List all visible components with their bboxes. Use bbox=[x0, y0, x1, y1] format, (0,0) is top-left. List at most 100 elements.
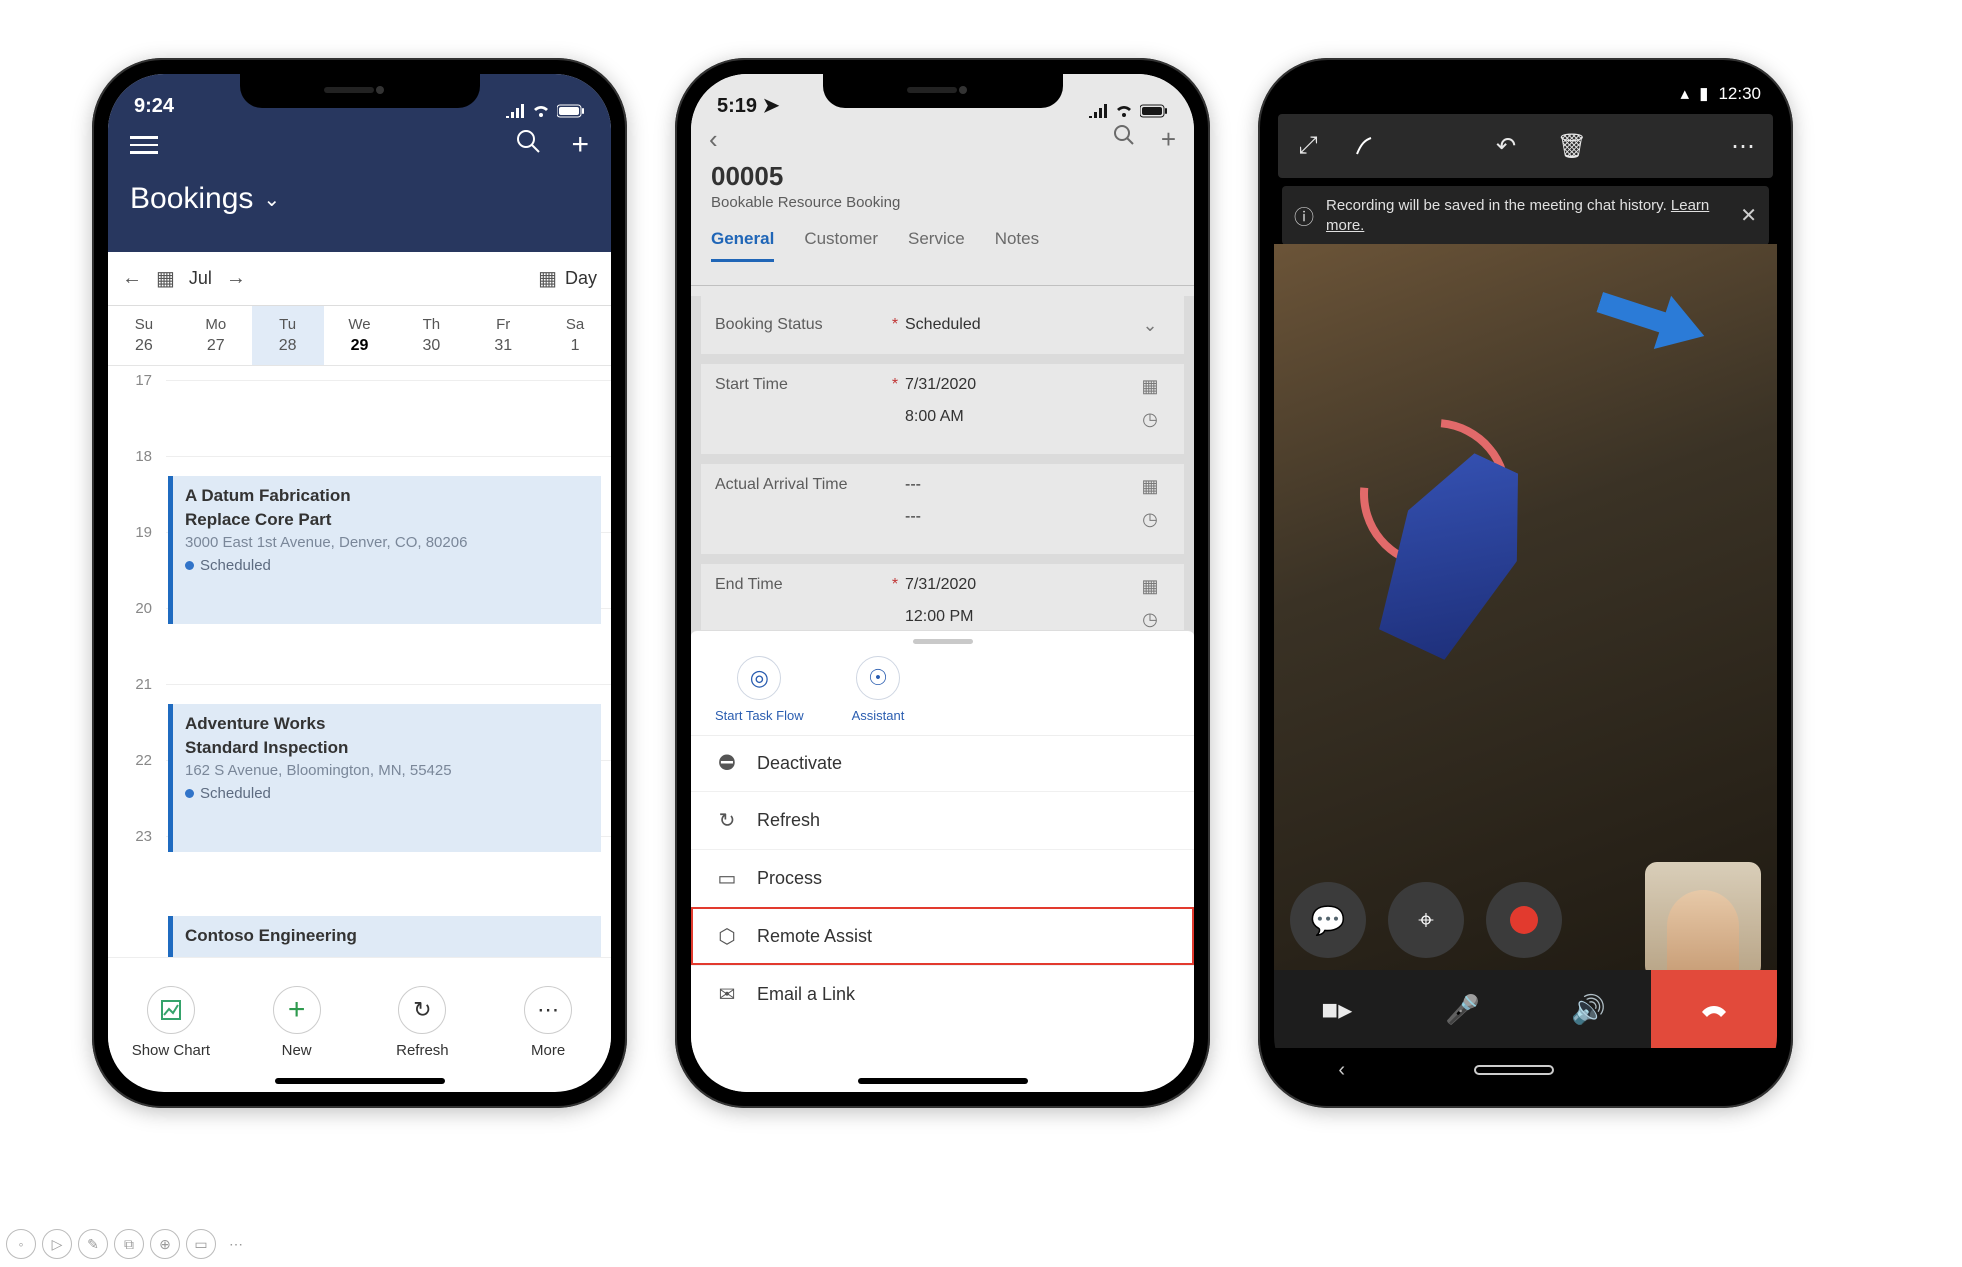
document-toolbar: ◦ ▷ ✎ ⧉ ⊕ ▭ ⋯ bbox=[0, 1229, 252, 1259]
appointment-card[interactable]: Adventure Works Standard Inspection 162 … bbox=[168, 704, 601, 852]
day-number[interactable]: 1 bbox=[539, 335, 611, 365]
annotation-toolbar: ⤢ ↶ 🗑 ⋯ bbox=[1278, 114, 1773, 178]
delete-icon[interactable]: 🗑 bbox=[1552, 132, 1592, 161]
assistant-button[interactable]: ☉ Assistant bbox=[852, 656, 905, 723]
new-button[interactable]: + New bbox=[273, 986, 321, 1059]
more-button[interactable]: ⋯ More bbox=[524, 986, 572, 1059]
phone-bookings: 9:24 + bbox=[92, 58, 627, 1108]
wifi-icon bbox=[531, 104, 551, 118]
plus-icon: + bbox=[273, 986, 321, 1034]
deactivate-icon: ⛔︎ bbox=[715, 752, 739, 775]
more-icon[interactable]: ⋯ bbox=[1723, 132, 1763, 161]
sheet-grabber[interactable] bbox=[913, 639, 973, 644]
view-label[interactable]: Day bbox=[565, 268, 597, 289]
battery-icon bbox=[557, 104, 585, 118]
remote-assist-item[interactable]: ⬡Remote Assist bbox=[691, 907, 1194, 965]
tool-screen[interactable]: ▭ bbox=[186, 1229, 216, 1259]
mic-button[interactable]: 🎤 bbox=[1445, 993, 1480, 1026]
notch bbox=[823, 74, 1063, 108]
status-bar: ▴ ▮ 12:30 bbox=[1274, 74, 1777, 114]
tool-play[interactable]: ▷ bbox=[42, 1229, 72, 1259]
tool-pen[interactable]: ✎ bbox=[78, 1229, 108, 1259]
day-number[interactable]: 28 bbox=[252, 335, 324, 365]
show-chart-button[interactable]: Show Chart bbox=[132, 986, 210, 1059]
next-arrow-icon[interactable]: → bbox=[226, 267, 246, 290]
deactivate-item[interactable]: ⛔︎Deactivate bbox=[691, 736, 1194, 791]
undo-icon[interactable]: ↶ bbox=[1486, 132, 1526, 161]
appointment-task: Standard Inspection bbox=[185, 738, 589, 758]
required-icon: * bbox=[885, 576, 905, 594]
day-number[interactable]: 31 bbox=[467, 335, 539, 365]
day-number[interactable]: 26 bbox=[108, 335, 180, 365]
tool-zoom[interactable]: ⊕ bbox=[150, 1229, 180, 1259]
tab-general[interactable]: General bbox=[711, 229, 774, 262]
tool-copy[interactable]: ⧉ bbox=[114, 1229, 144, 1259]
self-video-pip[interactable] bbox=[1645, 862, 1761, 978]
sheet-header: ◎ Start Task Flow ☉ Assistant bbox=[691, 648, 1194, 736]
home-button[interactable] bbox=[1474, 1065, 1554, 1075]
tabs: General Customer Service Notes bbox=[691, 217, 1194, 262]
close-icon[interactable]: ✕ bbox=[1740, 203, 1757, 228]
calendar-icon: ▦ bbox=[1141, 576, 1158, 597]
field-booking-status[interactable]: Booking Status * Scheduled ⌄ bbox=[701, 296, 1184, 354]
chat-button[interactable]: 💬 bbox=[1290, 882, 1366, 958]
lightbulb-icon: ☉ bbox=[856, 656, 900, 700]
notch bbox=[240, 74, 480, 108]
back-icon[interactable]: ‹ bbox=[709, 124, 718, 155]
add-icon[interactable]: + bbox=[571, 128, 589, 162]
location-icon: ➤ bbox=[763, 95, 780, 117]
calendar-icon: ▦ bbox=[1141, 376, 1158, 397]
battery-icon: ▮ bbox=[1699, 84, 1708, 104]
process-item[interactable]: ▭Process bbox=[691, 849, 1194, 907]
appointment-card[interactable]: A Datum Fabrication Replace Core Part 30… bbox=[168, 476, 601, 624]
status-dot-icon bbox=[185, 789, 194, 798]
capture-button[interactable]: ⌖ bbox=[1388, 882, 1464, 958]
tab-notes[interactable]: Notes bbox=[995, 229, 1039, 262]
record-button[interactable] bbox=[1486, 882, 1562, 958]
refresh-icon: ↻ bbox=[398, 986, 446, 1034]
start-task-flow-button[interactable]: ◎ Start Task Flow bbox=[715, 656, 804, 723]
menu-icon[interactable] bbox=[130, 136, 158, 154]
process-icon: ▭ bbox=[715, 866, 739, 891]
appointment-address: 3000 East 1st Avenue, Denver, CO, 80206 bbox=[185, 534, 589, 551]
prev-arrow-icon[interactable]: ← bbox=[122, 267, 142, 290]
battery-icon bbox=[1140, 104, 1168, 118]
status-time: 9:24 bbox=[134, 95, 174, 118]
appointment-task: Replace Core Part bbox=[185, 510, 589, 530]
field-actual-arrival[interactable]: Actual Arrival Time ------ ▦◷ bbox=[701, 464, 1184, 554]
home-indicator[interactable] bbox=[275, 1078, 445, 1084]
search-icon[interactable] bbox=[515, 128, 541, 162]
email-link-item[interactable]: ✉Email a Link bbox=[691, 965, 1194, 1023]
tool-more[interactable]: ⋯ bbox=[222, 1229, 252, 1259]
camera-button[interactable]: ■▸ bbox=[1321, 993, 1352, 1026]
calendar-icon[interactable]: ▦ bbox=[156, 266, 175, 291]
required-icon: * bbox=[885, 316, 905, 334]
hangup-button[interactable] bbox=[1651, 970, 1777, 1048]
speaker-button[interactable]: 🔊 bbox=[1571, 993, 1606, 1026]
refresh-button[interactable]: ↻ Refresh bbox=[396, 986, 449, 1059]
tab-service[interactable]: Service bbox=[908, 229, 965, 262]
day-number[interactable]: 30 bbox=[395, 335, 467, 365]
week-strip[interactable]: Su Mo Tu We Th Fr Sa 26 27 28 29 30 31 1 bbox=[108, 306, 611, 366]
email-icon: ✉ bbox=[715, 982, 739, 1007]
tool-pointer[interactable]: ◦ bbox=[6, 1229, 36, 1259]
search-icon[interactable] bbox=[1113, 124, 1135, 155]
day-number[interactable]: 27 bbox=[180, 335, 252, 365]
back-button[interactable]: ‹ bbox=[1338, 1059, 1345, 1082]
chevron-down-icon: ⌄ bbox=[263, 187, 280, 212]
ink-icon[interactable] bbox=[1354, 134, 1394, 158]
day-number[interactable]: 29 bbox=[324, 335, 396, 365]
field-start-time[interactable]: Start Time * 7/31/20208:00 AM ▦◷ bbox=[701, 364, 1184, 454]
tab-customer[interactable]: Customer bbox=[804, 229, 878, 262]
page-title-dropdown[interactable]: Bookings ⌄ bbox=[108, 162, 611, 216]
hour-label: 21 bbox=[108, 676, 152, 693]
refresh-item[interactable]: ↻Refresh bbox=[691, 791, 1194, 849]
minimize-icon[interactable]: ⤢ bbox=[1288, 132, 1328, 160]
home-indicator[interactable] bbox=[858, 1078, 1028, 1084]
appointment-address: 162 S Avenue, Bloomington, MN, 55425 bbox=[185, 762, 589, 779]
appointment-card[interactable]: Contoso Engineering bbox=[168, 916, 601, 958]
add-icon[interactable]: + bbox=[1161, 124, 1176, 155]
appointment-company: A Datum Fabrication bbox=[185, 486, 589, 506]
schedule-grid[interactable]: 17 18 19 20 21 22 23 A Datum Fabrication… bbox=[108, 366, 611, 958]
record-id: 00005 bbox=[711, 161, 1174, 192]
